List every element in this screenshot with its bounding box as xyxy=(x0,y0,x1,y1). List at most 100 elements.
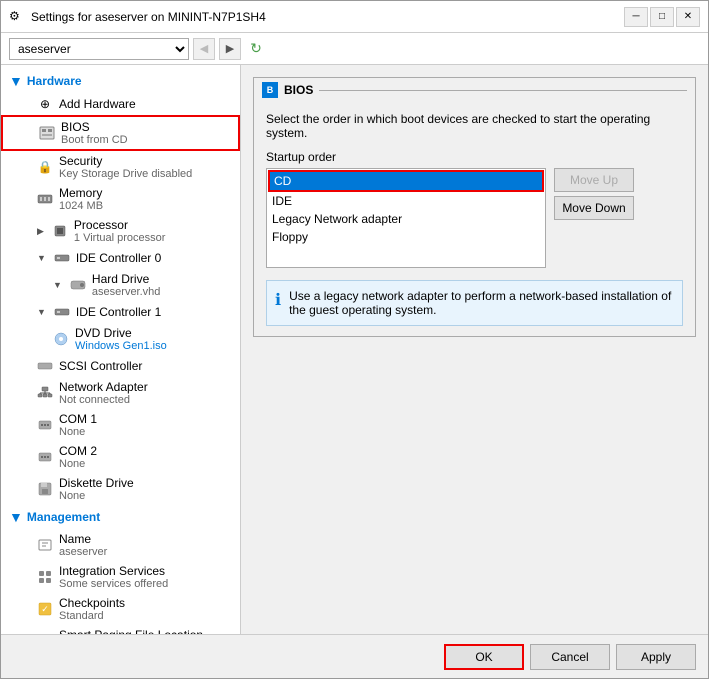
security-icon: 🔒 xyxy=(37,159,53,175)
window-title: Settings for aseserver on MININT-N7P1SH4 xyxy=(31,10,266,24)
ide-controller-1-label: IDE Controller 1 xyxy=(76,305,161,319)
info-box: ℹ Use a legacy network adapter to perfor… xyxy=(266,280,683,326)
sidebar-item-diskette[interactable]: Diskette Drive None xyxy=(1,473,240,505)
bios-header-line xyxy=(319,90,687,91)
network-adapter-label: Network Adapter xyxy=(59,380,148,394)
security-sub-label: Key Storage Drive disabled xyxy=(59,168,192,180)
right-panel: B BIOS Select the order in which boot de… xyxy=(241,65,708,634)
management-label: Management xyxy=(27,510,100,524)
integration-icon xyxy=(37,569,53,585)
integration-text-group: Integration Services Some services offer… xyxy=(59,564,168,590)
processor-label: Processor xyxy=(74,218,166,232)
memory-label: Memory xyxy=(59,186,103,200)
hardware-expand-icon: ▼ xyxy=(9,73,23,89)
bios-label: BIOS xyxy=(61,120,128,134)
scsi-controller-label: SCSI Controller xyxy=(59,359,142,373)
network-text-group: Network Adapter Not connected xyxy=(59,380,148,406)
checkpoints-sub-label: Standard xyxy=(59,610,125,622)
sidebar-item-hard-drive[interactable]: ▼ Hard Drive aseserver.vhd xyxy=(1,269,240,301)
memory-sub-label: 1024 MB xyxy=(59,200,103,212)
hard-drive-text-group: Hard Drive aseserver.vhd xyxy=(92,272,160,298)
move-up-button[interactable]: Move Up xyxy=(554,168,634,192)
hardware-label: Hardware xyxy=(27,74,82,88)
management-section-header: ▼ Management xyxy=(1,505,240,529)
name-icon xyxy=(37,537,53,553)
startup-item-floppy[interactable]: Floppy xyxy=(268,228,544,246)
sidebar-item-com1[interactable]: COM 1 None xyxy=(1,409,240,441)
checkpoints-icon: ✓ xyxy=(37,601,53,617)
main-content: ▼ Hardware ⊕ Add Hardware BIOS Boot from… xyxy=(1,65,708,634)
hdd-expand-icon: ▼ xyxy=(53,280,62,290)
com1-sub-label: None xyxy=(59,426,97,438)
scsi-icon xyxy=(37,358,53,374)
sidebar: ▼ Hardware ⊕ Add Hardware BIOS Boot from… xyxy=(1,65,241,634)
sidebar-item-security[interactable]: 🔒 Security Key Storage Drive disabled xyxy=(1,151,240,183)
sidebar-item-network-adapter[interactable]: Network Adapter Not connected xyxy=(1,377,240,409)
refresh-button[interactable]: ↻ xyxy=(245,38,267,60)
diskette-sub-label: None xyxy=(59,490,134,502)
bios-panel-icon: B xyxy=(262,82,278,98)
security-label: Security xyxy=(59,154,192,168)
sidebar-item-scsi-controller[interactable]: SCSI Controller xyxy=(1,355,240,377)
server-select[interactable]: aseserver xyxy=(9,38,189,60)
startup-order-label: Startup order xyxy=(266,150,683,164)
bios-icon xyxy=(39,125,55,141)
title-bar: ⚙ Settings for aseserver on MININT-N7P1S… xyxy=(1,1,708,33)
startup-item-legacy-network[interactable]: Legacy Network adapter xyxy=(268,210,544,228)
info-text: Use a legacy network adapter to perform … xyxy=(289,289,674,317)
close-button[interactable]: ✕ xyxy=(676,7,700,27)
sidebar-item-dvd-drive[interactable]: DVD Drive Windows Gen1.iso xyxy=(1,323,240,355)
checkpoints-text-group: Checkpoints Standard xyxy=(59,596,125,622)
sidebar-item-add-hardware[interactable]: ⊕ Add Hardware xyxy=(1,93,240,115)
network-icon xyxy=(37,385,53,401)
processor-icon xyxy=(52,223,68,239)
sidebar-item-integration-services[interactable]: Integration Services Some services offer… xyxy=(1,561,240,593)
sidebar-item-smart-paging[interactable]: 📄 Smart Paging File Location C:\ProgramD… xyxy=(1,625,240,634)
hard-drive-icon xyxy=(70,277,86,293)
diskette-text-group: Diskette Drive None xyxy=(59,476,134,502)
forward-button[interactable]: ▶ xyxy=(219,38,241,60)
sidebar-item-ide-controller-1[interactable]: ▼ IDE Controller 1 xyxy=(1,301,240,323)
back-button[interactable]: ◀ xyxy=(193,38,215,60)
name-label: Name xyxy=(59,532,107,546)
window-controls: ─ □ ✕ xyxy=(624,7,700,27)
ok-button[interactable]: OK xyxy=(444,644,524,670)
apply-button[interactable]: Apply xyxy=(616,644,696,670)
processor-expand-icon: ▶ xyxy=(37,226,44,237)
startup-list[interactable]: CD IDE Legacy Network adapter Floppy xyxy=(266,168,546,268)
startup-order-container: CD IDE Legacy Network adapter Floppy Mov… xyxy=(266,168,683,268)
network-sub-label: Not connected xyxy=(59,394,148,406)
sidebar-item-com2[interactable]: COM 2 None xyxy=(1,441,240,473)
com2-sub-label: None xyxy=(59,458,97,470)
com1-text-group: COM 1 None xyxy=(59,412,97,438)
cancel-button[interactable]: Cancel xyxy=(530,644,610,670)
dvd-drive-label: DVD Drive xyxy=(75,326,167,340)
sidebar-item-processor[interactable]: ▶ Processor 1 Virtual processor xyxy=(1,215,240,247)
integration-sub-label: Some services offered xyxy=(59,578,168,590)
com2-icon xyxy=(37,449,53,465)
checkpoints-label: Checkpoints xyxy=(59,596,125,610)
bios-panel: B BIOS Select the order in which boot de… xyxy=(253,77,696,337)
startup-item-ide[interactable]: IDE xyxy=(268,192,544,210)
processor-text-group: Processor 1 Virtual processor xyxy=(74,218,166,244)
move-down-button[interactable]: Move Down xyxy=(554,196,634,220)
bios-panel-header: B BIOS xyxy=(254,78,695,102)
sidebar-item-ide-controller-0[interactable]: ▼ IDE Controller 0 xyxy=(1,247,240,269)
hard-drive-sub: aseserver.vhd xyxy=(92,286,160,298)
sidebar-item-checkpoints[interactable]: ✓ Checkpoints Standard xyxy=(1,593,240,625)
toolbar: aseserver ◀ ▶ ↻ xyxy=(1,33,708,65)
ide1-expand-icon: ▼ xyxy=(37,307,46,317)
diskette-icon xyxy=(37,481,53,497)
hardware-section-header: ▼ Hardware xyxy=(1,69,240,93)
sidebar-item-memory[interactable]: Memory 1024 MB xyxy=(1,183,240,215)
sidebar-item-bios[interactable]: BIOS Boot from CD xyxy=(1,115,240,151)
startup-item-cd[interactable]: CD xyxy=(268,170,544,192)
name-sub-label: aseserver xyxy=(59,546,107,558)
processor-sub-label: 1 Virtual processor xyxy=(74,232,166,244)
minimize-button[interactable]: ─ xyxy=(624,7,648,27)
sidebar-item-name[interactable]: Name aseserver xyxy=(1,529,240,561)
bios-text-group: BIOS Boot from CD xyxy=(61,120,128,146)
memory-text-group: Memory 1024 MB xyxy=(59,186,103,212)
boot-from-cd-label: Boot from CD xyxy=(61,134,128,146)
maximize-button[interactable]: □ xyxy=(650,7,674,27)
